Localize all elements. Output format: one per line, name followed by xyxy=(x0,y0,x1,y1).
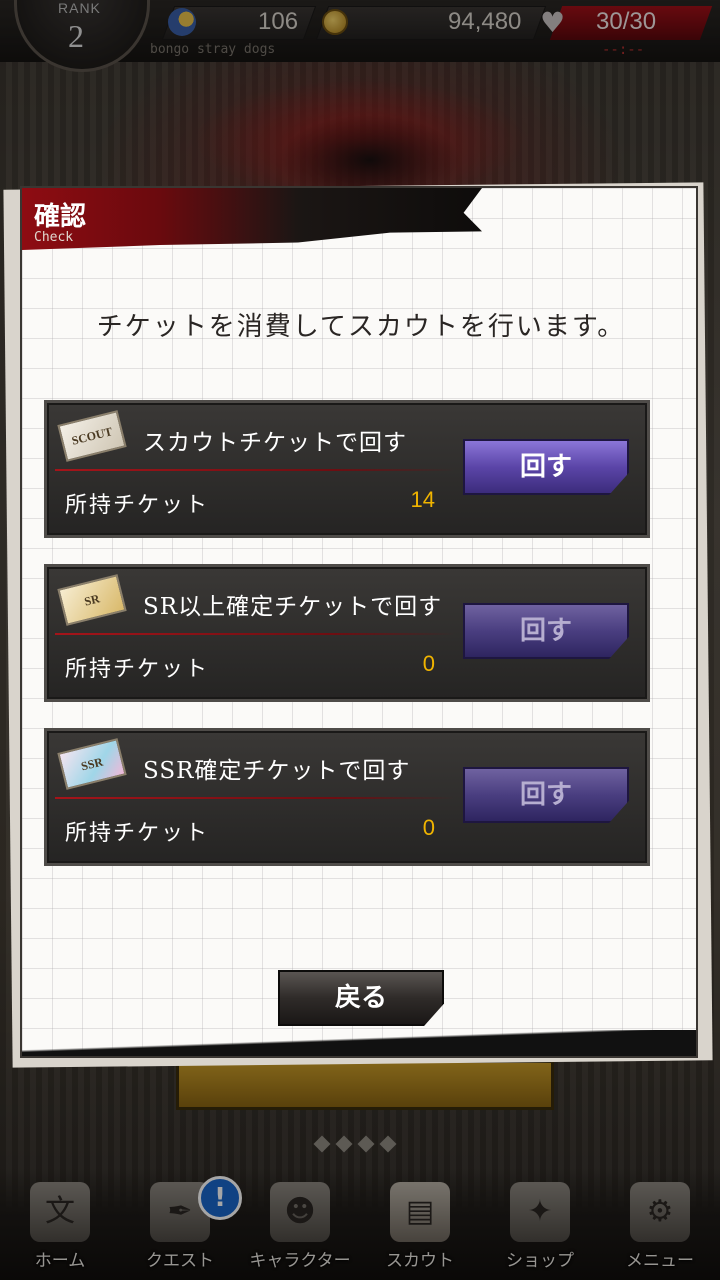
dialog-header xyxy=(22,188,482,250)
ticket-row-ssr: SSR SSR確定チケットで回す 所持チケット 0 回す xyxy=(44,728,650,866)
dialog-title: 確認 xyxy=(34,202,87,232)
sr-ticket-icon: SR xyxy=(57,574,127,626)
ticket-divider xyxy=(55,633,455,635)
dialog-title-sub: Check xyxy=(34,230,74,245)
scout-ticket-icon: SCOUT xyxy=(57,410,127,462)
ticket-name: スカウトチケットで回す xyxy=(143,430,407,456)
spin-sr-button[interactable]: 回す xyxy=(463,603,629,659)
confirm-dialog: 確認 Check チケットを消費してスカウトを行います。 SCOUT スカウトチ… xyxy=(20,186,698,1058)
owned-label: 所持チケット xyxy=(65,493,210,518)
owned-label: 所持チケット xyxy=(65,821,210,846)
dialog-message: チケットを消費してスカウトを行います。 xyxy=(96,312,626,342)
ticket-row-sr: SR SR以上確定チケットで回す 所持チケット 0 回す xyxy=(44,564,650,702)
owned-label: 所持チケット xyxy=(65,657,210,682)
ticket-row-scout: SCOUT スカウトチケットで回す 所持チケット 14 回す xyxy=(44,400,650,538)
back-button[interactable]: 戻る xyxy=(278,970,444,1026)
dialog-brush-edge xyxy=(22,1030,696,1056)
ssr-ticket-icon: SSR xyxy=(57,738,127,790)
spin-ssr-button[interactable]: 回す xyxy=(463,767,629,823)
spin-scout-button[interactable]: 回す xyxy=(463,439,629,495)
ticket-divider xyxy=(55,797,455,799)
owned-count: 0 xyxy=(422,815,435,840)
owned-count: 14 xyxy=(410,487,435,512)
ticket-name: SR以上確定チケットで回す xyxy=(143,594,443,620)
ticket-name: SSR確定チケットで回す xyxy=(143,758,411,784)
ticket-divider xyxy=(55,469,455,471)
owned-count: 0 xyxy=(422,651,435,676)
